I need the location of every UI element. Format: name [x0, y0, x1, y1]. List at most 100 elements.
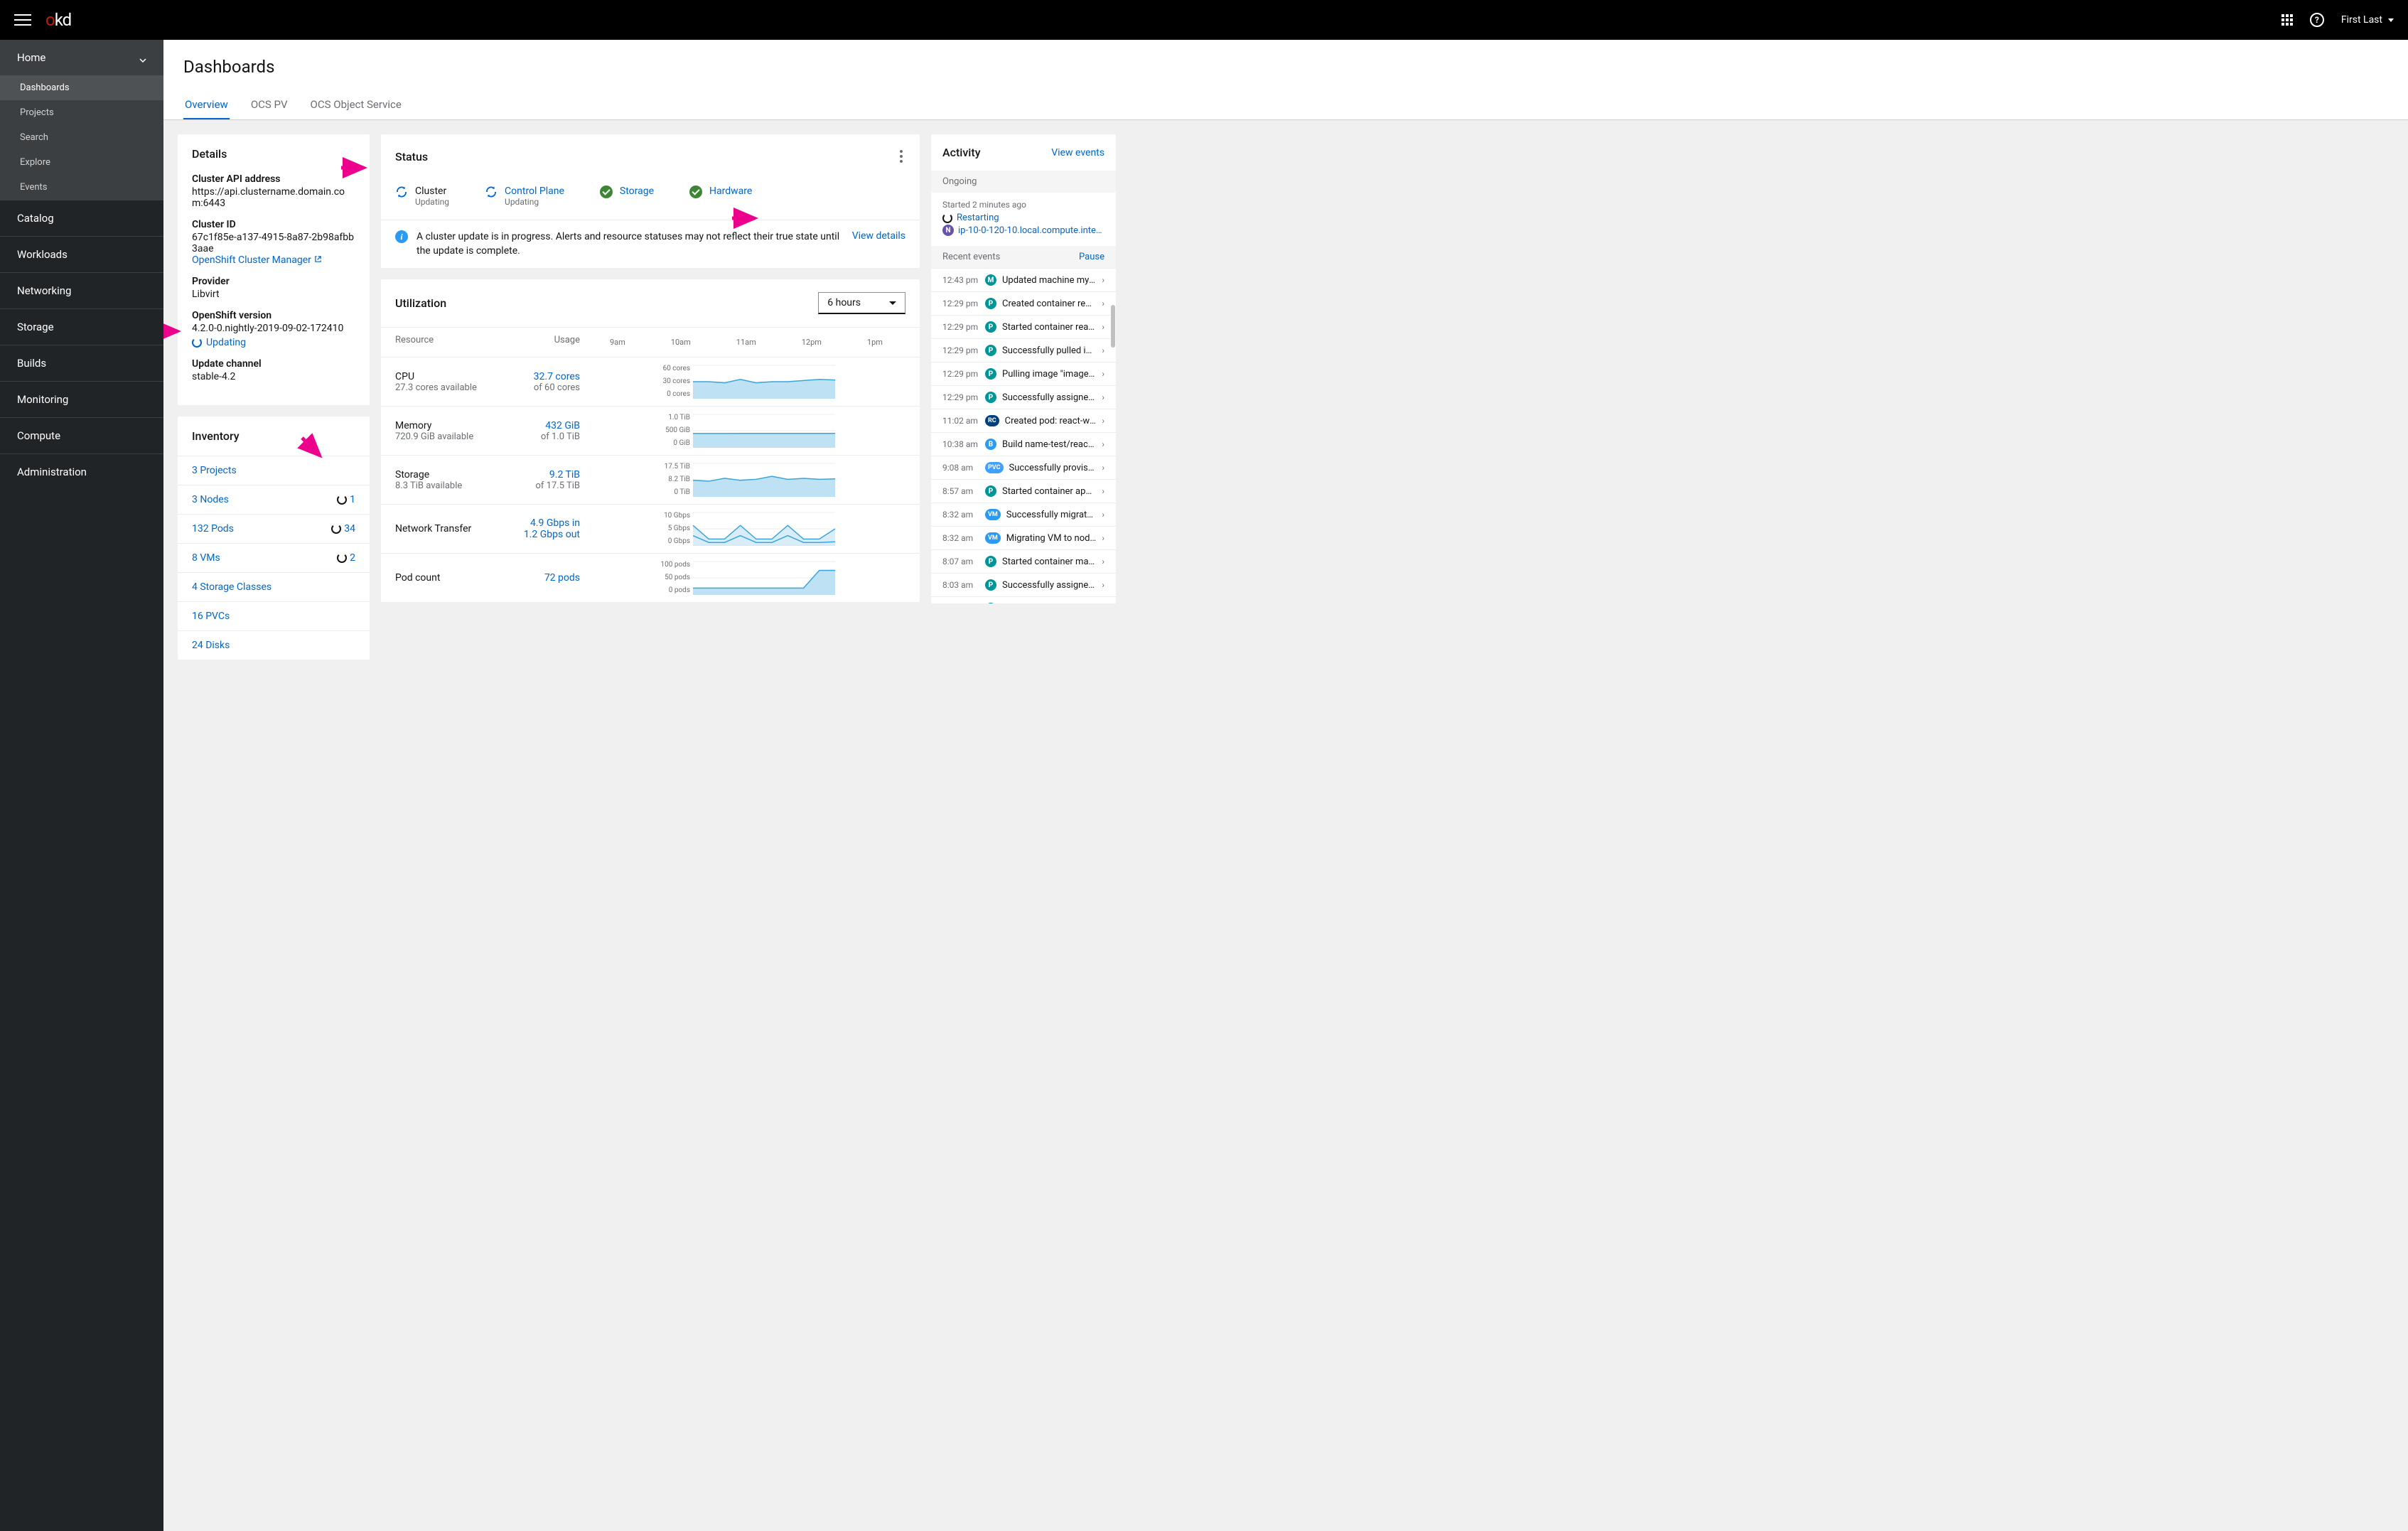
- resource-badge-icon: P: [985, 345, 996, 356]
- kebab-menu-icon[interactable]: [897, 147, 905, 166]
- time-range-dropdown[interactable]: 6 hours: [818, 292, 905, 314]
- util-sub[interactable]: 1.2 Gbps out: [509, 529, 580, 540]
- event-row[interactable]: 8:03 amPSuccessfully assigned m...›: [931, 573, 1116, 596]
- event-row[interactable]: 8:57 amPStarted container appde...›: [931, 479, 1116, 503]
- svg-text:30 cores: 30 cores: [663, 377, 690, 385]
- view-details-link[interactable]: View details: [852, 230, 905, 242]
- view-events-link[interactable]: View events: [1051, 147, 1104, 159]
- util-sub: of 60 cores: [509, 382, 580, 393]
- version-value: 4.2.0-0.nightly-2019-09-02-172410: [192, 323, 355, 334]
- event-row[interactable]: 8:32 amVMMigrating VM to node ip...›: [931, 526, 1116, 549]
- chevron-right-icon: ›: [1102, 345, 1104, 355]
- spinner-icon: [337, 553, 347, 563]
- event-text: Successfully assigned ap...: [1002, 392, 1096, 403]
- svg-text:10 Gbps: 10 Gbps: [664, 512, 690, 520]
- inventory-item[interactable]: 8 VMs2: [178, 543, 370, 572]
- event-time: 12:29 pm: [942, 392, 979, 402]
- logo[interactable]: okd: [45, 10, 71, 30]
- util-value[interactable]: 9.2 TiB: [509, 469, 580, 480]
- scrollbar[interactable]: [1111, 305, 1115, 348]
- resource-badge-icon: RC: [985, 415, 999, 426]
- util-avail: 720.9 GiB available: [395, 431, 509, 442]
- user-menu[interactable]: First Last: [2341, 14, 2394, 26]
- sidebar-item-projects[interactable]: Projects: [0, 100, 163, 125]
- status-cluster-label: Cluster: [415, 186, 449, 197]
- page-title: Dashboards: [183, 57, 2388, 77]
- tab-ocs-pv[interactable]: OCS PV: [249, 91, 289, 119]
- pause-link[interactable]: Pause: [1079, 252, 1104, 262]
- chevron-right-icon: ›: [1102, 557, 1104, 566]
- chevron-right-icon: ›: [1102, 439, 1104, 449]
- cluster-manager-link[interactable]: OpenShift Cluster Manager: [192, 254, 355, 266]
- event-row[interactable]: 12:29 pmPSuccessfully assigned ap...›: [931, 385, 1116, 409]
- event-row[interactable]: 12:29 pmPCreated container reacta...›: [931, 291, 1116, 315]
- chevron-right-icon: ›: [1102, 275, 1104, 285]
- event-row[interactable]: 8:32 amVMSuccessfully migrated V...›: [931, 503, 1116, 526]
- chevron-right-icon: ›: [1102, 299, 1104, 308]
- event-text: Build name-test/react-we...: [1002, 439, 1096, 450]
- sidebar-section-home[interactable]: Home: [0, 40, 163, 75]
- restarting-link[interactable]: Restarting: [957, 213, 999, 223]
- event-row[interactable]: 7:43 amPContainer image "registr...›: [931, 596, 1116, 603]
- svg-text:0 Gbps: 0 Gbps: [668, 537, 690, 545]
- sidebar-section-administration[interactable]: Administration: [0, 453, 163, 490]
- event-row[interactable]: 11:02 amRCCreated pod: react-web-...›: [931, 409, 1116, 432]
- util-sub: of 17.5 TiB: [509, 480, 580, 491]
- inventory-card: Inventory 3 Projects3 Nodes1132 Pods348 …: [178, 417, 370, 660]
- event-row[interactable]: 10:38 amBBuild name-test/react-we...›: [931, 432, 1116, 456]
- event-time: 8:07 am: [942, 557, 979, 566]
- chevron-right-icon: ›: [1102, 322, 1104, 332]
- resource-badge-icon: P: [985, 321, 996, 333]
- util-value[interactable]: 4.9 Gbps in: [509, 517, 580, 529]
- inventory-item[interactable]: 3 Nodes1: [178, 485, 370, 514]
- status-hardware-link[interactable]: Hardware: [709, 186, 752, 197]
- sidebar-section-storage[interactable]: Storage: [0, 308, 163, 345]
- event-text: Successfully pulled imag...: [1002, 345, 1096, 356]
- sidebar-section-compute[interactable]: Compute: [0, 417, 163, 453]
- node-link[interactable]: ip-10-0-120-10.local.compute.internal...: [958, 225, 1104, 236]
- status-control-plane-link[interactable]: Control Plane: [505, 186, 564, 197]
- event-text: Container image "registr...: [1002, 603, 1096, 604]
- chevron-right-icon: ›: [1102, 416, 1104, 426]
- sidebar-section-catalog[interactable]: Catalog: [0, 200, 163, 236]
- tabs: Overview OCS PV OCS Object Service: [183, 91, 2388, 119]
- utilization-title: Utilization: [395, 296, 446, 310]
- util-name: Network Transfer: [395, 523, 509, 534]
- status-cluster-sub: Updating: [415, 197, 449, 207]
- util-value[interactable]: 432 GiB: [509, 420, 580, 431]
- svg-text:1.0 TiB: 1.0 TiB: [668, 414, 690, 421]
- sidebar-section-workloads[interactable]: Workloads: [0, 236, 163, 272]
- inventory-item[interactable]: 4 Storage Classes: [178, 572, 370, 601]
- event-row[interactable]: 8:07 amPStarted container manag...›: [931, 549, 1116, 573]
- util-head-resource: Resource: [395, 335, 509, 350]
- sidebar-section-networking[interactable]: Networking: [0, 272, 163, 308]
- util-value[interactable]: 32.7 cores: [509, 371, 580, 382]
- sparkline-chart: 60 cores30 cores0 cores: [587, 365, 905, 399]
- inventory-item[interactable]: 132 Pods34: [178, 514, 370, 543]
- sidebar-item-search[interactable]: Search: [0, 125, 163, 150]
- apps-grid-icon[interactable]: [2281, 14, 2293, 26]
- help-icon[interactable]: ?: [2310, 13, 2324, 27]
- inventory-item[interactable]: 16 PVCs: [178, 601, 370, 630]
- sidebar-item-dashboards[interactable]: Dashboards: [0, 75, 163, 100]
- hamburger-menu-icon[interactable]: [14, 11, 31, 28]
- event-row[interactable]: 12:43 pmMUpdated machine mynam...›: [931, 268, 1116, 291]
- event-row[interactable]: 12:29 pmPPulling image "image-re...›: [931, 362, 1116, 385]
- sidebar-section-monitoring[interactable]: Monitoring: [0, 381, 163, 417]
- event-time: 8:32 am: [942, 510, 979, 520]
- svg-text:0 TiB: 0 TiB: [674, 488, 690, 496]
- event-row[interactable]: 9:08 amPVCSuccessfully provision...›: [931, 456, 1116, 479]
- status-storage-link[interactable]: Storage: [620, 186, 654, 197]
- tab-ocs-object[interactable]: OCS Object Service: [309, 91, 403, 119]
- inventory-item[interactable]: 3 Projects: [178, 456, 370, 485]
- inventory-item[interactable]: 24 Disks: [178, 630, 370, 660]
- tab-overview[interactable]: Overview: [183, 91, 230, 119]
- sidebar-item-events[interactable]: Events: [0, 175, 163, 200]
- util-row: Pod count72 pods100 pods50 pods0 pods: [381, 553, 920, 602]
- updating-status[interactable]: Updating: [192, 337, 355, 348]
- util-value[interactable]: 72 pods: [509, 572, 580, 584]
- event-row[interactable]: 12:29 pmPSuccessfully pulled imag...›: [931, 338, 1116, 362]
- sidebar-item-explore[interactable]: Explore: [0, 150, 163, 175]
- sidebar-section-builds[interactable]: Builds: [0, 345, 163, 381]
- event-row[interactable]: 12:29 pmPStarted container reacta...›: [931, 315, 1116, 338]
